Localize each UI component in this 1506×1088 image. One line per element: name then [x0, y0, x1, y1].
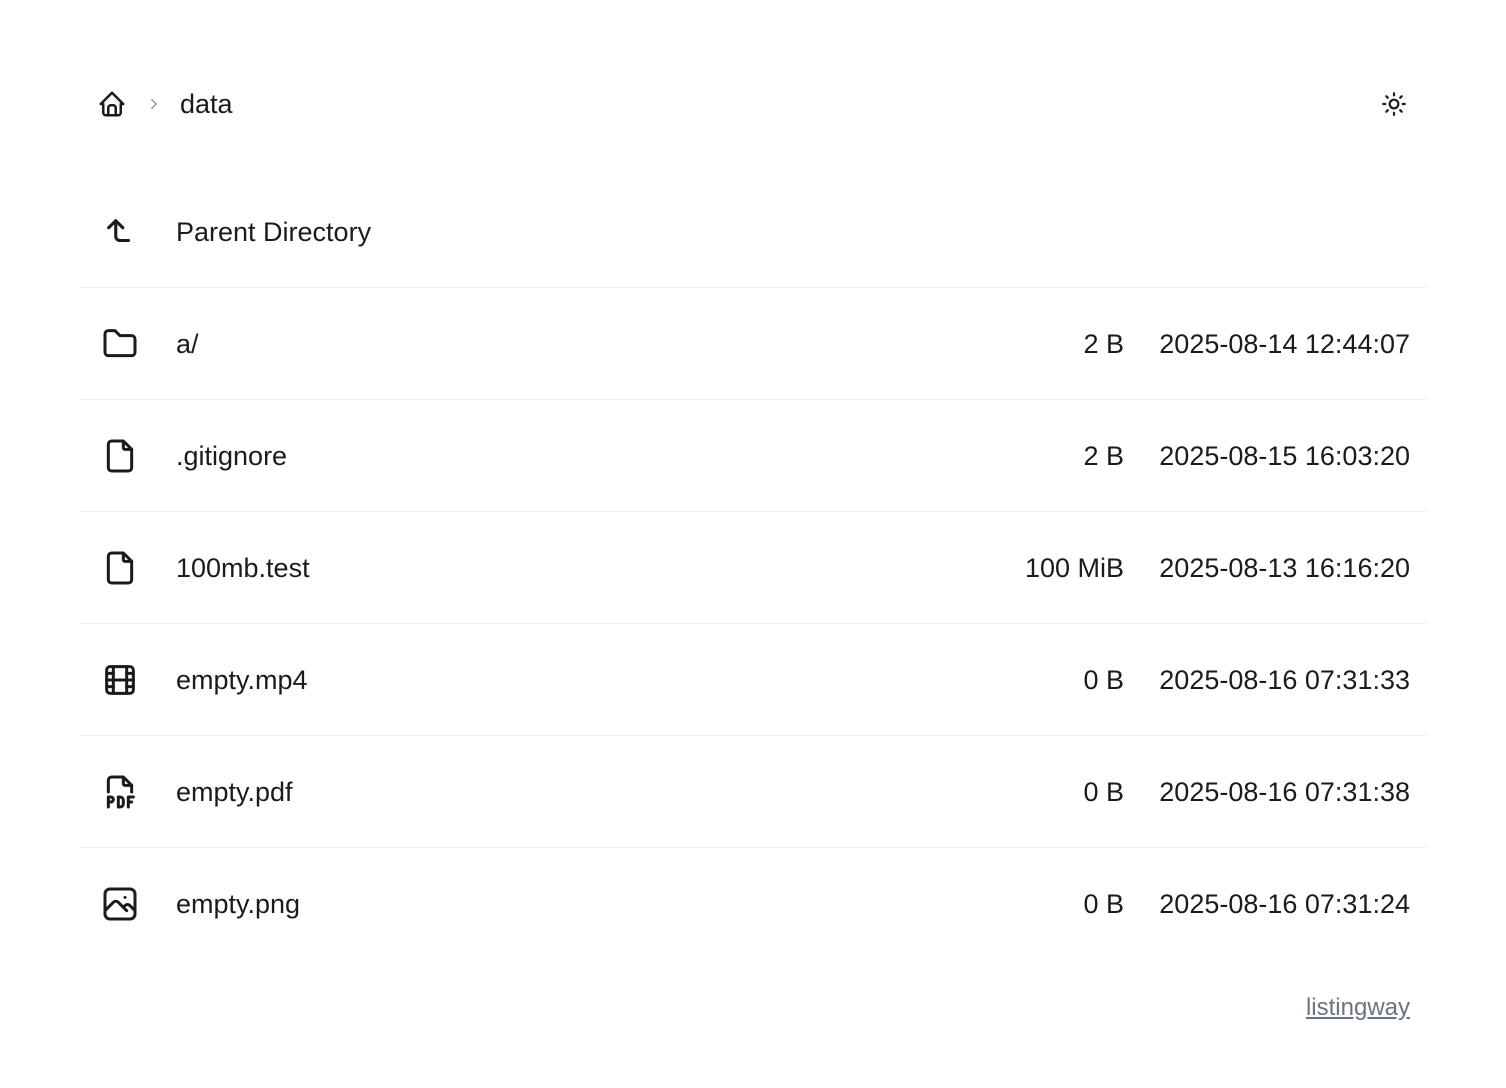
- footer-listingway-link[interactable]: listingway: [1306, 992, 1410, 1024]
- list-item[interactable]: empty.png 0 B 2025-08-16 07:31:24: [80, 848, 1426, 959]
- entry-size: 0 B: [1083, 665, 1124, 695]
- entry-modified: 2025-08-16 07:31:33: [1159, 665, 1410, 695]
- file-pdf-icon: [100, 772, 140, 812]
- entry-name: .gitignore: [176, 441, 288, 471]
- entry-name: 100mb.test: [176, 553, 310, 583]
- parent-directory-row[interactable]: Parent Directory: [80, 176, 1426, 288]
- entry-modified: 2025-08-15 16:03:20: [1159, 441, 1410, 471]
- entry-size: 100 MiB: [1024, 553, 1124, 583]
- theme-toggle-button[interactable]: [1378, 88, 1410, 120]
- entry-name: a/: [176, 329, 199, 359]
- image-icon: [100, 884, 140, 924]
- entry-size: 0 B: [1083, 777, 1124, 807]
- entry-modified: 2025-08-16 07:31:38: [1159, 777, 1410, 807]
- entry-size: 0 B: [1083, 889, 1124, 919]
- entry-size: 2 B: [1083, 441, 1124, 471]
- film-icon: [100, 660, 140, 700]
- folder-icon: [100, 324, 140, 364]
- entry-modified: 2025-08-13 16:16:20: [1159, 553, 1410, 583]
- chevron-right-icon: [144, 91, 164, 117]
- entry-size: 2 B: [1083, 329, 1124, 359]
- home-icon: [97, 89, 127, 119]
- home-link[interactable]: [96, 88, 128, 120]
- entry-name: empty.mp4: [176, 665, 308, 695]
- file-listing: Parent Directory a/ 2 B 2025-08-14 12:44…: [80, 176, 1426, 959]
- list-item[interactable]: 100mb.test 100 MiB 2025-08-13 16:16:20: [80, 512, 1426, 624]
- breadcrumb-current-folder: data: [180, 89, 233, 119]
- list-item[interactable]: empty.mp4 0 B 2025-08-16 07:31:33: [80, 624, 1426, 736]
- list-item[interactable]: empty.pdf 0 B 2025-08-16 07:31:38: [80, 736, 1426, 848]
- page: data Parent Directory a/ 2 B 2025-08-14 …: [0, 0, 1506, 1088]
- file-icon: [100, 436, 140, 476]
- entry-modified: 2025-08-16 07:31:24: [1159, 889, 1410, 919]
- list-item[interactable]: a/ 2 B 2025-08-14 12:44:07: [80, 288, 1426, 400]
- parent-directory-label: Parent Directory: [176, 217, 372, 247]
- list-item[interactable]: .gitignore 2 B 2025-08-15 16:03:20: [80, 400, 1426, 512]
- file-icon: [100, 548, 140, 588]
- entry-name: empty.png: [176, 889, 301, 919]
- corner-left-up-icon: [100, 212, 140, 252]
- header: data: [80, 68, 1426, 140]
- entry-name: empty.pdf: [176, 777, 293, 807]
- sun-icon: [1381, 91, 1407, 117]
- entry-modified: 2025-08-14 12:44:07: [1159, 329, 1410, 359]
